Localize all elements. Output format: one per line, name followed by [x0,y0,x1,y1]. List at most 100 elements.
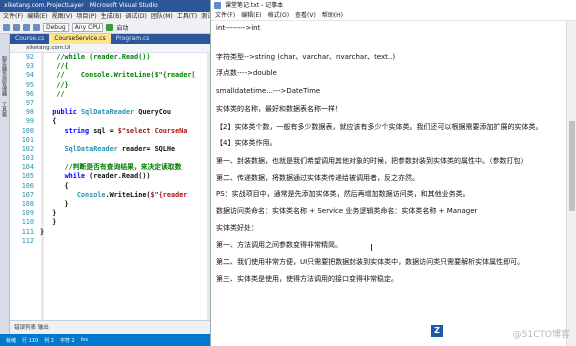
code-line[interactable]: 109 } [10,209,212,218]
vs-toolbar: Debug Any CPU 启动 [0,22,212,34]
vs-bottom-panel[interactable]: 错误列表 输出 [10,320,212,334]
line-number: 107 [21,190,34,199]
notepad-line: smalldatetime...--->DateTime [216,87,321,95]
save-icon[interactable] [23,24,30,31]
vs-menu-view[interactable]: 视图(V) [52,12,73,22]
line-number: 102 [21,144,34,153]
taskbar-app-icon[interactable]: Z [431,325,443,337]
line-number: 93 [25,62,34,71]
code-text: SqlDataReader reader= SQLHe [64,144,176,153]
back-icon[interactable] [3,24,10,31]
code-area[interactable]: 92 //while (reader.Read()) 93 //{94 // Co… [10,53,212,334]
code-line[interactable]: 102 SqlDataReader reader= SQLHe [10,145,212,154]
notepad-line: 浮点数---->double [216,69,277,77]
code-text: //判断是否有查询结果，来决定读取数 [64,163,182,172]
line-number: 94 [25,71,34,80]
code-text: { [40,181,69,190]
tab-courseservice[interactable]: CourseService.cs [49,34,111,44]
notepad-line: PS：实战项目中，通常是先添加实体类，然后再增加数据访问类，和其他业务类。 [216,190,470,198]
code-line[interactable]: 103 [10,154,212,163]
code-line[interactable]: 108 } [10,200,212,209]
vs-menu-project[interactable]: 项目(P) [76,12,96,22]
notepad-window: 课堂笔记.txt - 记事本 文件(F) 编辑(E) 格式(O) 查看(V) 帮… [210,0,576,346]
code-line[interactable]: 95 //} [10,81,212,90]
tab-program[interactable]: Program.cs [111,34,155,44]
code-editor[interactable]: Course.cs CourseService.cs Program.cs xi… [10,34,212,334]
notepad-scrollbar[interactable] [566,21,576,346]
undo-icon[interactable] [33,24,40,31]
code-text: //{ [56,62,69,71]
code-text: // Console.WriteLine($"{reader[ [56,71,196,80]
code-line[interactable]: 101 [10,136,212,145]
line-number: 97 [25,98,34,107]
text-cursor [371,244,372,251]
notepad-line: int-------->int [216,24,261,32]
server-explorer-tab[interactable]: 服务器资源管理器 [1,56,8,96]
vs-solution-name: xiketang.com.ProjectLayer [4,2,84,9]
visual-studio-window: xiketang.com.ProjectLayer Microsoft Visu… [0,0,212,346]
vs-menu-bar: 文件(F) 编辑(E) 视图(V) 项目(P) 生成(B) 调试(D) 团队(M… [0,12,212,22]
code-text: } [40,209,57,218]
status-ready: 就绪 [6,337,17,344]
config-dropdown[interactable]: Debug [43,23,69,32]
notepad-text-area[interactable]: int-------->int 字符类型-->string (char、varch… [213,2,564,346]
navigation-bar[interactable]: xiketang.com.UI [10,44,212,53]
code-line[interactable]: 106 { [10,182,212,191]
tab-course[interactable]: Course.cs [10,34,49,44]
forward-icon[interactable] [13,24,20,31]
code-text: string sql = $"select CourseNa [64,126,188,135]
vs-side-panel: 服务器资源管理器 工具箱 [0,34,10,334]
code-line[interactable]: 110 } [10,218,212,227]
notepad-line: 第一、方法调用之间参数变得非常精简。 [216,241,342,249]
vs-menu-tools[interactable]: 工具(T) [177,12,197,22]
code-line[interactable]: 94 // Console.WriteLine($"{reader[ [10,71,212,80]
scrollbar-thumb[interactable] [569,121,575,211]
notepad-line: 数据访问类命名：实体类名称 + Service 业务逻辑类命名：实体类名称 + … [216,207,478,215]
code-line[interactable]: 96 // [10,90,212,99]
start-icon[interactable] [106,24,114,31]
code-text: // [56,89,65,98]
notepad-line: 【2】实体类个数，一般有多少数据表，就应该有多少个实体类。我们还可以根据需要添加… [216,123,543,131]
code-text: //} [56,80,69,89]
code-line[interactable]: 111} [10,228,212,237]
code-line[interactable]: 99 { [10,117,212,126]
start-button[interactable]: 启动 [116,23,128,32]
notepad-line: 【4】实体类作用。 [216,139,277,147]
line-number: 105 [21,172,34,181]
code-text: while (reader.Read()) [64,172,151,181]
line-number: 100 [21,126,34,135]
platform-dropdown[interactable]: Any CPU [71,23,104,32]
line-number: 101 [21,135,34,144]
notepad-line: 第二、我们使用非常方便，UI只需要把数据封装到实体类中，数据访问类只需要解析实体… [216,258,525,266]
vs-app-name: Microsoft Visual Studio [89,2,158,9]
code-line[interactable]: 100 string sql = $"select CourseNa [10,127,212,136]
code-text: public SqlDataReader QueryCou [52,108,171,117]
line-number: 92 [25,53,34,61]
watermark: @51CTO博客 [512,330,570,340]
vs-title-bar: xiketang.com.ProjectLayer Microsoft Visu… [0,0,212,12]
code-line[interactable]: 105 while (reader.Read()) [10,172,212,181]
notepad-line: 第二、传递数据，将数据通过实体类传递给被调用者，反之亦然。 [216,174,419,182]
status-ins: Ins [80,337,88,343]
code-line[interactable]: 98 public SqlDataReader QueryCou [10,108,212,117]
code-line[interactable]: 97 [10,99,212,108]
line-number: 106 [21,181,34,190]
vs-menu-debug[interactable]: 调试(D) [126,12,147,22]
vs-menu-edit[interactable]: 编辑(E) [27,12,47,22]
toolbox-tab[interactable]: 工具箱 [1,102,8,117]
vs-menu-team[interactable]: 团队(M) [151,12,173,22]
line-number: 98 [25,108,34,117]
line-number: 99 [25,117,34,126]
code-line[interactable]: 104 //判断是否有查询结果，来决定读取数 [10,163,212,172]
status-line: 行 110 [22,337,39,344]
code-line[interactable]: 93 //{ [10,62,212,71]
line-number: 109 [21,209,34,218]
vs-menu-build[interactable]: 生成(B) [101,12,122,22]
code-text: } [40,227,45,236]
code-line[interactable]: 92 //while (reader.Read()) [10,53,212,62]
code-text: Console.WriteLine($"{reader [76,190,188,199]
code-line[interactable]: 107 Console.WriteLine($"{reader [10,191,212,200]
code-line[interactable]: 112 [10,237,212,246]
vs-menu-file[interactable]: 文件(F) [3,12,23,22]
notepad-line: 实体类好处： [216,224,258,232]
